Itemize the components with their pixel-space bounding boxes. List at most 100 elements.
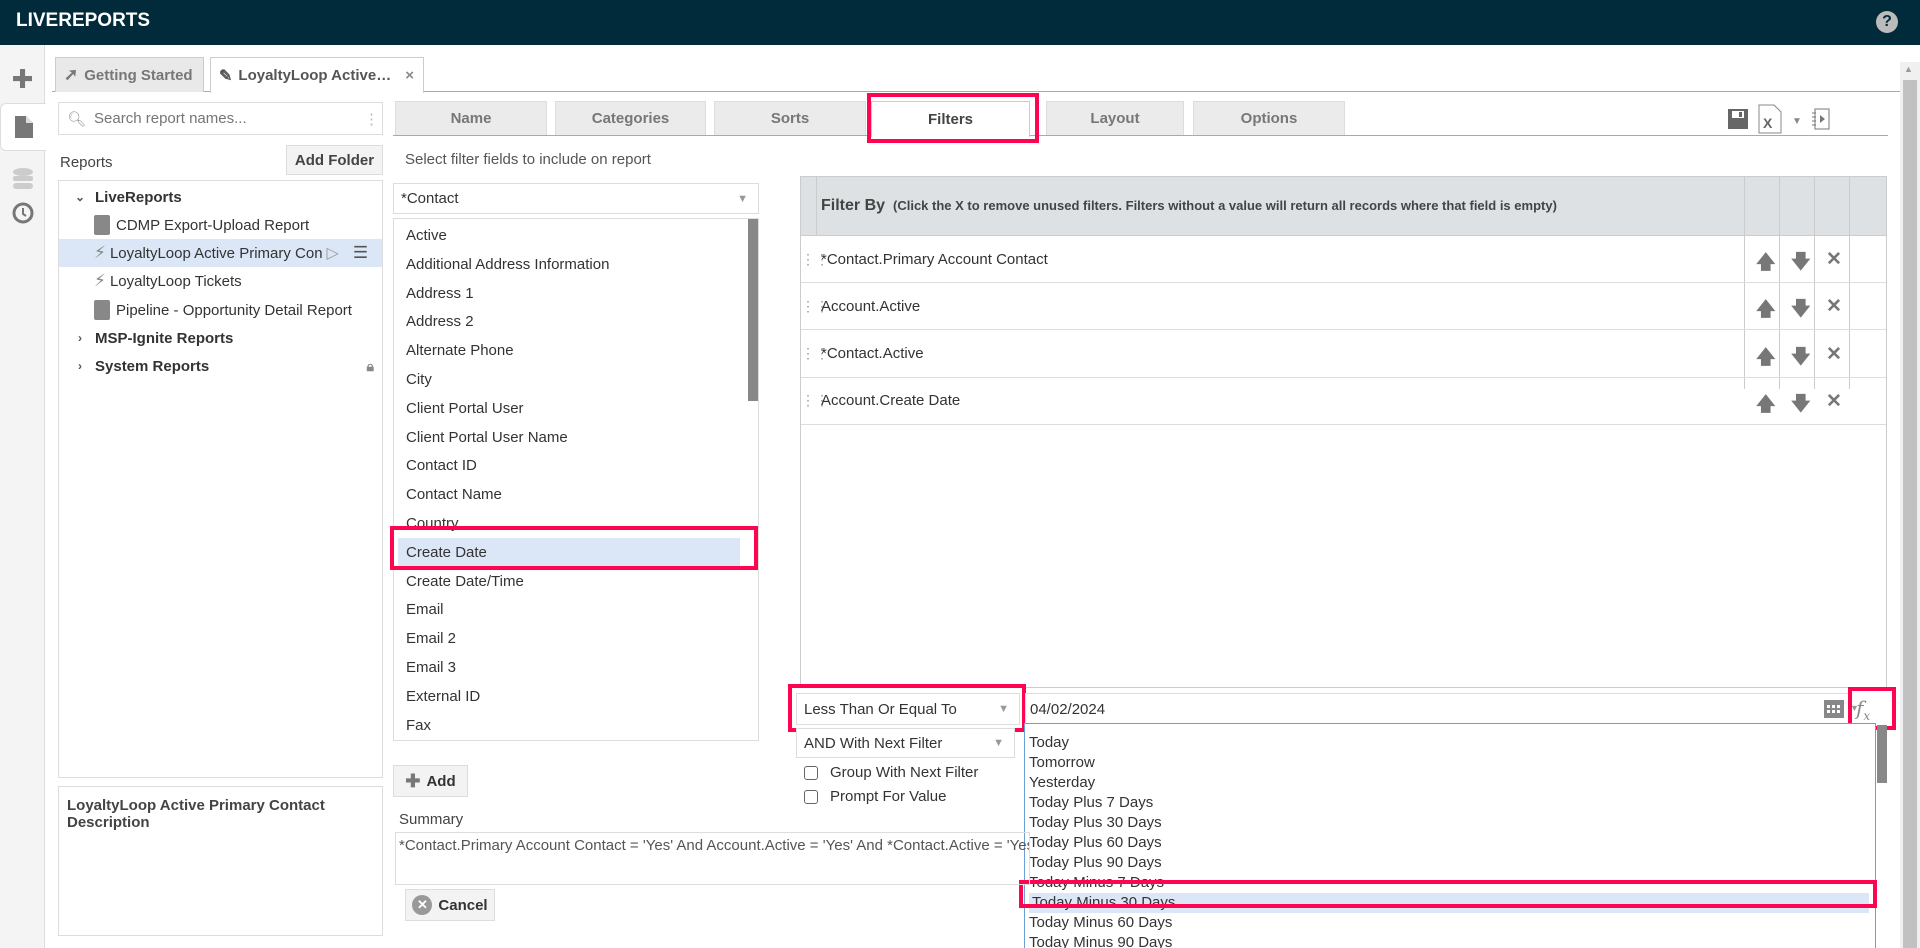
scroll-up-icon[interactable]: ▲ (1904, 64, 1913, 74)
field-item[interactable]: Client Portal User Name (394, 423, 744, 452)
filter-field-label: *Contact.Primary Account Contact (821, 250, 1048, 268)
field-item[interactable]: Client Portal User (394, 394, 744, 423)
report-item[interactable]: Pipeline - Opportunity Detail Report (59, 296, 382, 324)
date-option[interactable]: Today Plus 30 Days (1026, 813, 1874, 833)
date-option[interactable]: Yesterday (1026, 773, 1874, 793)
field-list[interactable]: Active Additional Address Information Addr… (393, 218, 759, 741)
field-item[interactable]: Active (394, 221, 744, 250)
run-report-icon[interactable] (1811, 108, 1830, 134)
folder-msp-ignite[interactable]: › MSP-Ignite Reports (59, 324, 382, 352)
report-item[interactable]: ⚡︎ LoyaltyLoop Tickets (59, 267, 382, 295)
field-item[interactable]: Fax (394, 711, 744, 740)
move-up-icon[interactable]: 🡅 (1756, 295, 1776, 327)
date-option[interactable]: Today Plus 90 Days (1026, 853, 1874, 873)
field-item[interactable]: Contact Name (394, 480, 744, 509)
excel-export-icon[interactable]: X (1758, 104, 1782, 138)
field-item[interactable]: Address 1 (394, 279, 744, 308)
chevron-right-icon[interactable]: › (73, 331, 87, 345)
folder-system-reports[interactable]: › System Reports 🔒︎ (59, 352, 382, 380)
move-up-icon[interactable]: 🡅 (1756, 390, 1776, 422)
function-icon[interactable]: fx (1856, 696, 1870, 723)
menu-icon[interactable]: ☰ (353, 243, 368, 263)
add-folder-button[interactable]: Add Folder (286, 145, 383, 175)
lock-icon: 🔒︎ (366, 357, 374, 374)
field-item[interactable]: Email (394, 595, 744, 624)
chevron-down-icon[interactable]: ⌄ (73, 190, 87, 204)
date-options-dropdown[interactable]: Today Tomorrow Yesterday Today Plus 7 Days T… (1024, 723, 1876, 948)
more-options-icon[interactable]: ⋮ (364, 110, 379, 128)
left-rail: ✚ (0, 45, 46, 948)
remove-filter-icon[interactable]: ✕ (1826, 343, 1842, 366)
report-tree: ⌄ LiveReports CDMP Export-Upload Report ⚡… (58, 180, 383, 778)
lightning-icon: ⚡︎ (94, 271, 106, 290)
chevron-right-icon[interactable]: › (73, 359, 87, 373)
clock-icon[interactable] (0, 189, 45, 237)
date-option[interactable]: Today Minus 7 Days (1026, 873, 1874, 893)
cancel-button[interactable]: ✕ Cancel (405, 889, 495, 921)
date-option[interactable]: Today (1026, 733, 1874, 753)
date-option[interactable]: Today Plus 60 Days (1026, 833, 1874, 853)
date-option[interactable]: Today Plus 7 Days (1026, 793, 1874, 813)
search-input[interactable] (94, 110, 365, 127)
field-item[interactable]: Additional Address Information (394, 250, 744, 279)
field-item[interactable]: Alternate Phone (394, 336, 744, 365)
tab-getting-started[interactable]: ➚ Getting Started (55, 57, 204, 92)
field-item[interactable]: Contact ID (394, 451, 744, 480)
tab-options[interactable]: Options (1193, 101, 1345, 135)
tab-loyaltyloop-active[interactable]: ✎ LoyaltyLoop Active… × (210, 57, 424, 93)
field-item[interactable]: Email 2 (394, 624, 744, 653)
field-item[interactable]: Email 3 (394, 653, 744, 682)
field-list-scrollbar[interactable] (748, 219, 758, 401)
prompt-for-value-checkbox[interactable]: Prompt For Value (804, 788, 946, 805)
remove-filter-icon[interactable]: ✕ (1826, 390, 1842, 413)
field-item[interactable]: Address 2 (394, 307, 744, 336)
date-value-input[interactable]: 04/02/2024 (1025, 693, 1850, 725)
move-up-icon[interactable]: 🡅 (1756, 343, 1776, 375)
add-filter-button[interactable]: ✚ Add (393, 765, 468, 797)
field-item[interactable]: City (394, 365, 744, 394)
entity-select[interactable]: *Contact ▼ (393, 183, 759, 214)
report-item[interactable]: CDMP Export-Upload Report (59, 211, 382, 239)
tab-sorts[interactable]: Sorts (714, 101, 866, 135)
plus-icon[interactable]: ✚ (0, 55, 45, 103)
document-icon[interactable] (0, 103, 46, 151)
date-option[interactable]: Today Minus 60 Days (1026, 913, 1874, 933)
chevron-down-icon[interactable]: ▼ (1792, 116, 1802, 127)
save-icon[interactable] (1728, 109, 1748, 133)
report-search[interactable]: 🔍︎ ⋮ (58, 102, 383, 135)
date-option[interactable]: Tomorrow (1026, 753, 1874, 773)
operator-select[interactable]: Less Than Or Equal To ▼ (796, 693, 1020, 725)
tab-name[interactable]: Name (395, 101, 547, 135)
move-down-icon[interactable]: 🡇 (1791, 248, 1811, 280)
move-down-icon[interactable]: 🡇 (1791, 295, 1811, 327)
tab-layout[interactable]: Layout (1046, 101, 1184, 135)
help-icon[interactable]: ? (1876, 11, 1898, 33)
group-with-next-checkbox[interactable]: Group With Next Filter (804, 764, 978, 781)
field-item[interactable]: Country (394, 509, 744, 538)
tab-categories[interactable]: Categories (555, 101, 706, 135)
remove-filter-icon[interactable]: ✕ (1826, 295, 1842, 318)
run-icon[interactable]: ▷ (327, 243, 339, 263)
date-option[interactable]: Today Minus 30 Days (1029, 893, 1869, 913)
field-item[interactable]: Create Date (398, 537, 740, 567)
date-option[interactable]: Today Minus 90 Days (1026, 933, 1874, 948)
move-up-icon[interactable]: 🡅 (1756, 248, 1776, 280)
page-scrollbar[interactable]: ▲ (1900, 62, 1920, 948)
move-down-icon[interactable]: 🡇 (1791, 390, 1811, 422)
drag-handle-icon[interactable]: ⋮⋮ (801, 251, 829, 268)
conjunction-select[interactable]: AND With Next Filter ▼ (796, 728, 1015, 758)
close-tab-icon[interactable]: × (405, 67, 414, 84)
drag-handle-icon[interactable]: ⋮⋮ (801, 298, 829, 315)
chevron-down-icon: ▼ (737, 192, 748, 205)
drag-handle-icon[interactable]: ⋮⋮ (801, 345, 829, 362)
dropdown-scrollbar[interactable] (1877, 725, 1887, 783)
calendar-icon[interactable] (1824, 698, 1844, 723)
folder-livereports[interactable]: ⌄ LiveReports (59, 183, 382, 211)
move-down-icon[interactable]: 🡇 (1791, 343, 1811, 375)
field-item[interactable]: Create Date/Time (394, 567, 744, 596)
report-item-selected[interactable]: ⚡︎ LoyaltyLoop Active Primary Con ▷ ☰ (59, 239, 382, 267)
field-item[interactable]: External ID (394, 682, 744, 711)
remove-filter-icon[interactable]: ✕ (1826, 248, 1842, 271)
tab-filters[interactable]: Filters (871, 101, 1030, 137)
drag-handle-icon[interactable]: ⋮⋮ (801, 392, 829, 409)
